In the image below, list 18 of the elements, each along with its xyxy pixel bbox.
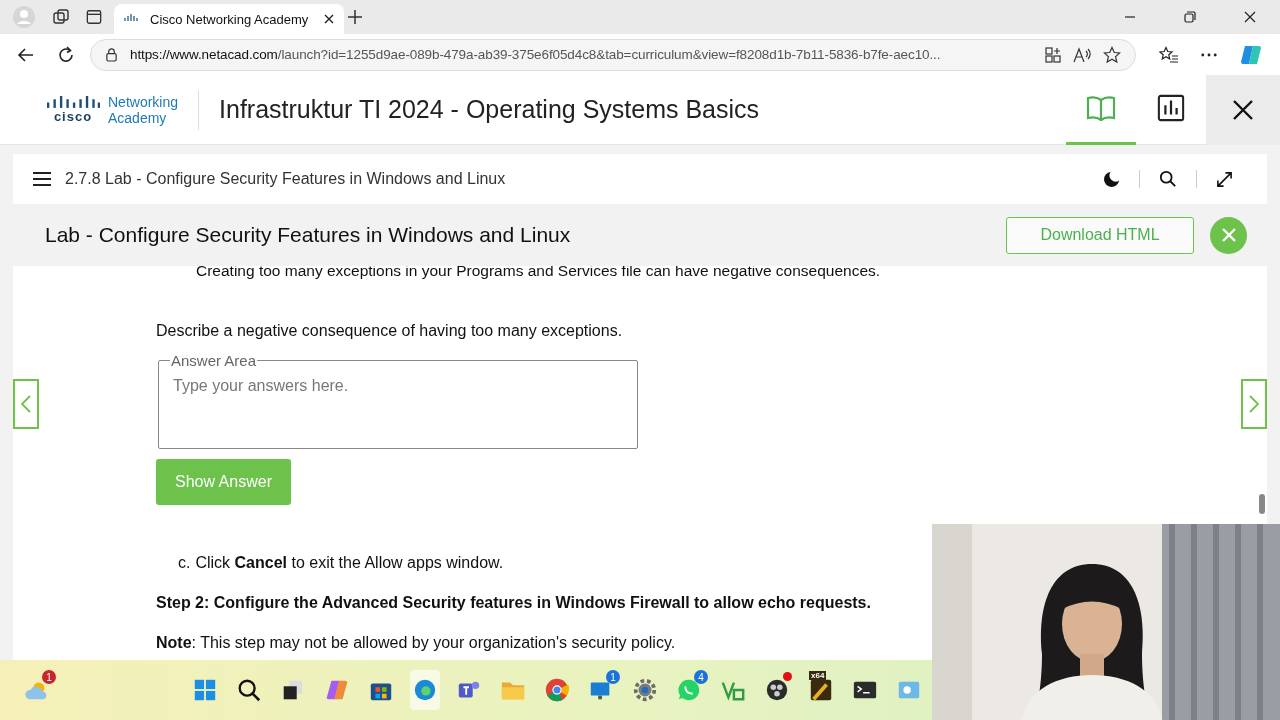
list-marker: c. <box>178 554 191 572</box>
notification-badge: 1 <box>42 670 56 684</box>
step-heading: Step 2: Configure the Advanced Security features in Windows Firewall to allow echo requests. <box>156 594 871 612</box>
logo[interactable]: cisco Networking Academy <box>46 93 179 126</box>
instruction-text: Click Cancel to exit the Allow apps window. <box>195 554 504 572</box>
taskbar-app[interactable]: x64 <box>806 670 836 710</box>
address-bar[interactable]: https://www.netacad.com/launch?id=1255d9ae-089b-479a-ab39-375e6f05d4c8&tab=curriculum&view=f8208d1b-7b11-5836-b7fe-aec10... <box>90 38 1136 71</box>
app-label: x64 <box>809 671 827 680</box>
notification-badge: 1 <box>606 670 620 684</box>
notification-badge: 4 <box>694 670 708 684</box>
url-text: https://www.netacad.com/launch?id=1255d9ae-089b-479a-ab39-375e6f05d4c8&tab=curriculum&view=f8208d1b-7b11-5836-b7fe-aec10... <box>130 47 942 62</box>
lab-title: Lab - Configure Security Features in Windows and Linux <box>45 223 571 247</box>
note-text: Note: This step may not be allowed by your organization's security policy. <box>156 634 676 652</box>
question-text: Describe a negative consequence of having too many exceptions. <box>156 322 623 340</box>
course-title: Infrastruktur TI 2024 - Operating Systems Basics <box>219 95 760 124</box>
browser-tab[interactable]: Cisco Networking Academy <box>114 4 344 34</box>
lesson-title: 2.7.8 Lab - Configure Security Features in Windows and Linux <box>65 170 506 188</box>
field-label: Answer Area <box>170 352 258 369</box>
